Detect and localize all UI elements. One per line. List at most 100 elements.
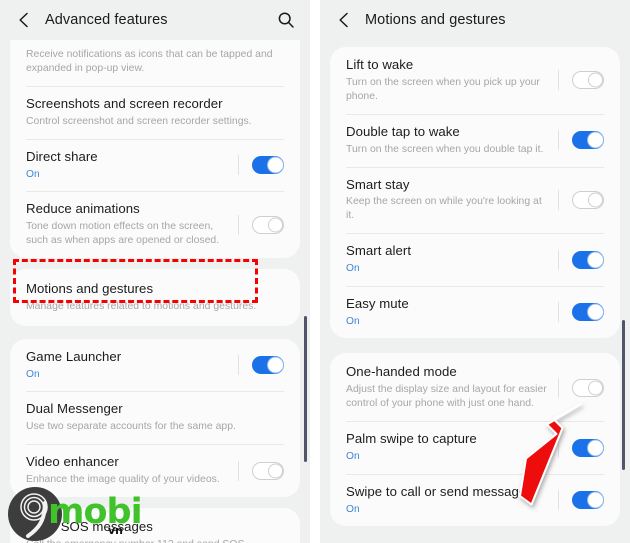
list-item-easy-mute[interactable]: Easy mute On xyxy=(330,285,620,339)
row-text: Smart stay Keep the screen on while you'… xyxy=(346,177,552,224)
toggle-knob xyxy=(588,72,603,88)
easy-mute-toggle[interactable] xyxy=(572,303,604,322)
row-title: Screenshots and screen recorder xyxy=(26,95,223,111)
row-text: Reduce animations Tone down motion effec… xyxy=(26,201,232,248)
row-state-label: On xyxy=(26,368,40,380)
double-tap-to-wake-toggle[interactable] xyxy=(572,131,604,150)
row-subtitle: Manage features related to motions and g… xyxy=(26,300,257,312)
row-title: Double tap to wake xyxy=(346,123,460,139)
row-title: Dual Messenger xyxy=(26,401,123,417)
row-subtitle: Adjust the display size and layout for e… xyxy=(346,384,547,410)
row-subtitle: Turn on the screen when you pick up your… xyxy=(346,76,540,102)
row-text: Send SOS messages Call the emergency num… xyxy=(26,519,284,543)
swipe-to-call-or-send-messages-toggle[interactable] xyxy=(572,491,604,510)
one-handed-mode-toggle[interactable] xyxy=(572,378,604,397)
game-launcher-toggle[interactable] xyxy=(252,356,284,375)
reduce-animations-toggle[interactable] xyxy=(252,215,284,234)
row-subtitle: Turn on the screen when you double tap i… xyxy=(346,143,544,155)
dual-screenshot-container: Advanced features Receive notifications … xyxy=(0,0,630,543)
right-scrollbar[interactable] xyxy=(622,320,625,470)
row-text: Direct share On xyxy=(26,149,232,182)
smart-alert-toggle[interactable] xyxy=(572,250,604,269)
right-card-1: Lift to wake Turn on the screen when you… xyxy=(330,47,620,339)
toggle-wrap xyxy=(558,131,604,150)
row-subtitle: Use two separate accounts for the same a… xyxy=(26,421,236,433)
toggle-wrap xyxy=(558,250,604,269)
row-state-label: On xyxy=(346,263,360,275)
row-subtitle: Enhance the image quality of your videos… xyxy=(26,474,220,486)
toggle-wrap xyxy=(238,155,284,174)
row-title: Game Launcher xyxy=(26,348,122,364)
row-text: Video enhancer Enhance the image quality… xyxy=(26,454,232,487)
toggle-knob xyxy=(267,356,284,374)
list-item-direct-share[interactable]: Direct share On xyxy=(10,138,300,192)
row-title: Reduce animations xyxy=(26,201,140,217)
row-title: Lift to wake xyxy=(346,57,414,72)
left-header: Advanced features xyxy=(0,0,310,40)
toggle-knob xyxy=(587,439,604,457)
left-scrollbar[interactable] xyxy=(304,316,307,462)
toggle-knob xyxy=(588,192,603,208)
list-item-reduce-animations[interactable]: Reduce animations Tone down motion effec… xyxy=(10,191,300,258)
row-state-label: On xyxy=(346,503,360,515)
list-item-swipe-to-call-or-send-messages[interactable]: Swipe to call or send messages On xyxy=(330,473,620,527)
chevron-left-icon[interactable] xyxy=(14,10,34,30)
toggle-knob xyxy=(587,303,604,321)
direct-share-toggle[interactable] xyxy=(252,155,284,174)
page-title: Advanced features xyxy=(45,12,168,28)
right-phone-screen: Motions and gestures Lift to wake Turn o… xyxy=(320,0,630,543)
toggle-knob xyxy=(267,156,284,174)
row-text: Dual Messenger Use two separate accounts… xyxy=(26,401,284,434)
row-text: Smart alert On xyxy=(346,243,552,276)
palm-swipe-to-capture-toggle[interactable] xyxy=(572,438,604,457)
toggle-wrap xyxy=(558,190,604,209)
row-subtitle: Tone down motion effects on the screen, … xyxy=(26,221,220,247)
left-phone-screen: Advanced features Receive notifications … xyxy=(0,0,310,543)
toggle-wrap xyxy=(558,303,604,322)
row-subtitle: Receive notifications as icons that can … xyxy=(26,49,273,74)
toggle-wrap xyxy=(558,378,604,397)
toggle-knob xyxy=(588,380,603,396)
chevron-left-icon[interactable] xyxy=(334,10,354,30)
row-text: Screenshots and screen recorder Control … xyxy=(26,96,284,129)
toggle-knob xyxy=(587,251,604,269)
row-title: Motions and gestures xyxy=(26,281,154,297)
list-item-dual-messenger[interactable]: Dual Messenger Use two separate accounts… xyxy=(10,391,300,444)
list-item-smart-stay[interactable]: Smart stay Keep the screen on while you'… xyxy=(330,166,620,234)
toggle-wrap xyxy=(238,215,284,234)
row-title: Smart alert xyxy=(346,243,412,259)
toggle-wrap xyxy=(558,71,604,90)
row-text: One-handed mode Adjust the display size … xyxy=(346,364,552,411)
smart-stay-toggle[interactable] xyxy=(572,190,604,209)
row-text: Game Launcher On xyxy=(26,349,232,382)
left-card-1: Receive notifications as icons that can … xyxy=(10,40,300,259)
row-title: Smart stay xyxy=(346,176,410,192)
list-item-send-sos-messages[interactable]: Send SOS messages Call the emergency num… xyxy=(10,508,300,543)
video-enhancer-toggle[interactable] xyxy=(252,461,284,480)
list-item-motions-and-gestures[interactable]: Motions and gestures Manage features rel… xyxy=(10,269,300,326)
list-item-screenshots-and-screen-recorder[interactable]: Screenshots and screen recorder Control … xyxy=(10,85,300,139)
list-item-palm-swipe-to-capture[interactable]: Palm swipe to capture On xyxy=(330,421,620,474)
toggle-wrap xyxy=(238,461,284,480)
list-item-lift-to-wake[interactable]: Lift to wake Turn on the screen when you… xyxy=(330,47,620,114)
toggle-knob xyxy=(587,131,604,149)
toggle-wrap xyxy=(558,438,604,457)
toggle-wrap xyxy=(238,356,284,375)
row-title: Easy mute xyxy=(346,295,409,311)
list-item-smart-alert[interactable]: Smart alert On xyxy=(330,233,620,286)
toggle-wrap xyxy=(558,491,604,510)
row-title: Send SOS messages xyxy=(26,519,153,535)
list-item-video-enhancer[interactable]: Video enhancer Enhance the image quality… xyxy=(10,444,300,497)
row-text: Palm swipe to capture On xyxy=(346,431,552,464)
row-state-label: On xyxy=(26,168,40,180)
list-item-one-handed-mode[interactable]: One-handed mode Adjust the display size … xyxy=(330,353,620,421)
row-text: Lift to wake Turn on the screen when you… xyxy=(346,57,552,104)
list-item[interactable]: Receive notifications as icons that can … xyxy=(10,40,300,86)
search-icon[interactable] xyxy=(276,10,296,30)
row-title: Video enhancer xyxy=(26,454,119,470)
left-card-4: Send SOS messages Call the emergency num… xyxy=(10,508,300,543)
lift-to-wake-toggle[interactable] xyxy=(572,71,604,90)
left-card-3: Game Launcher On Dual Messenger Use two … xyxy=(10,338,300,498)
list-item-double-tap-to-wake[interactable]: Double tap to wake Turn on the screen wh… xyxy=(330,113,620,167)
list-item-game-launcher[interactable]: Game Launcher On xyxy=(10,339,300,392)
